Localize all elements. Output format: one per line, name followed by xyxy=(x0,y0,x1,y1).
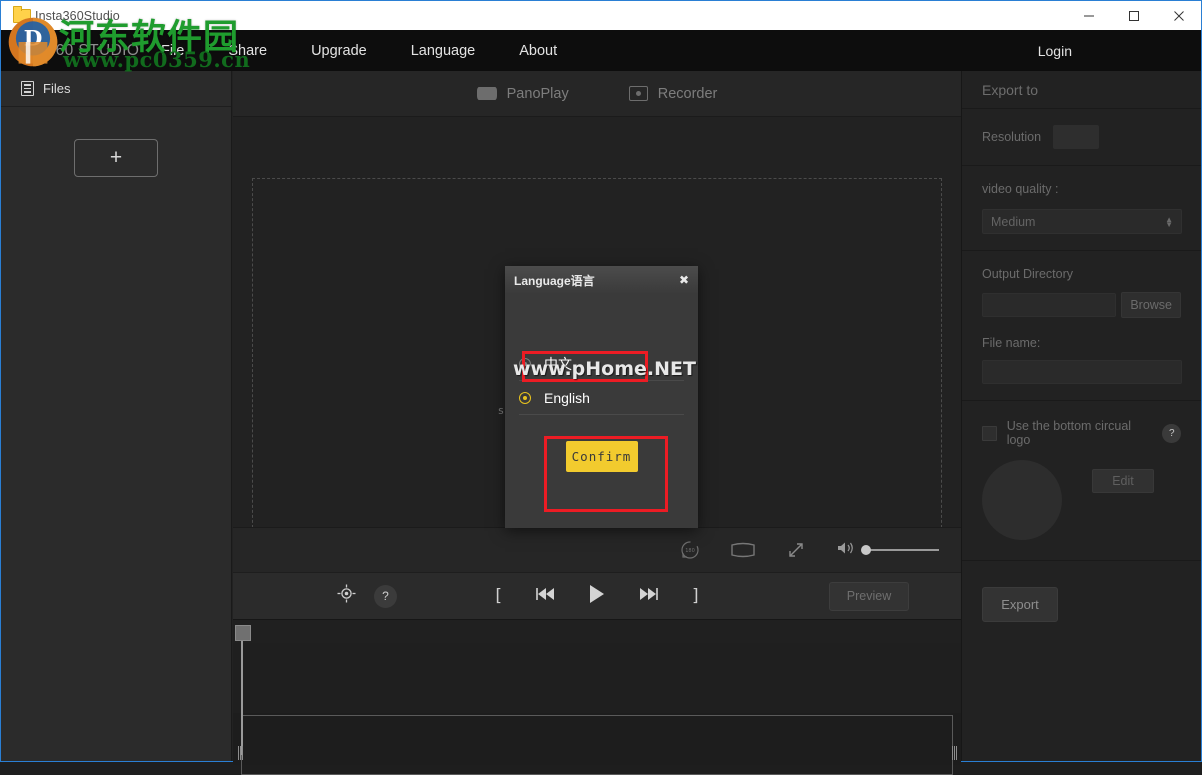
volume-slider-knob[interactable] xyxy=(861,545,871,555)
menu-item-language[interactable]: Language xyxy=(411,43,476,59)
output-directory-label: Output Directory xyxy=(982,267,1074,281)
tab-recorder[interactable]: Recorder xyxy=(628,85,718,102)
export-panel: Export to Resolution video quality : Med… xyxy=(961,71,1201,761)
output-section: Output Directory Browse File name: xyxy=(962,251,1201,401)
trim-handle-right[interactable] xyxy=(951,742,958,764)
trim-handle-left[interactable] xyxy=(237,742,244,764)
timeline-clip-region[interactable] xyxy=(241,715,953,775)
timeline-playhead[interactable] xyxy=(235,625,251,755)
dialog-title-label: Language语言 xyxy=(514,273,595,288)
file-name-label: File name: xyxy=(982,336,1041,350)
use-bottom-logo-checkbox[interactable] xyxy=(982,425,997,441)
brand-label: Insta360 STUDIO xyxy=(11,41,140,59)
login-button[interactable]: Login xyxy=(1038,43,1072,59)
menu-item-about[interactable]: About xyxy=(519,43,557,59)
browse-button[interactable]: Browse xyxy=(1121,292,1181,318)
next-button[interactable] xyxy=(638,586,660,607)
resolution-section: Resolution xyxy=(962,109,1201,166)
resolution-label: Resolution xyxy=(982,130,1042,144)
tab-panoplay[interactable]: PanoPlay xyxy=(476,85,569,102)
menu-item-share[interactable]: Share xyxy=(228,43,267,59)
mark-out-button[interactable]: ] xyxy=(692,586,699,606)
resolution-value[interactable] xyxy=(1053,125,1100,149)
logo-help-icon[interactable]: ? xyxy=(1162,423,1181,443)
use-bottom-logo-label: Use the bottom circual logo xyxy=(1006,419,1132,447)
mark-in-button[interactable]: [ xyxy=(495,586,502,606)
menu-item-file[interactable]: File xyxy=(161,43,184,59)
record-icon xyxy=(628,86,648,101)
play-button[interactable] xyxy=(588,584,606,609)
radio-chinese[interactable] xyxy=(519,357,531,370)
timeline-ruler[interactable] xyxy=(233,620,961,644)
language-option-english[interactable]: English xyxy=(519,381,684,415)
output-directory-input[interactable] xyxy=(982,293,1117,317)
timeline[interactable] xyxy=(233,619,961,775)
edit-logo-button[interactable]: Edit xyxy=(1092,469,1154,493)
app-icon xyxy=(9,5,31,25)
minimize-icon[interactable] xyxy=(1066,1,1111,30)
panorama-icon xyxy=(476,87,497,100)
files-sidebar: Files + xyxy=(1,71,232,761)
add-file-button[interactable]: + xyxy=(74,139,158,177)
export-section: Export xyxy=(962,561,1201,648)
tab-bar: PanoPlay Recorder xyxy=(233,71,961,117)
maximize-icon[interactable] xyxy=(1111,1,1156,30)
window-controls xyxy=(1066,1,1201,30)
fullscreen-icon[interactable] xyxy=(786,540,806,560)
rotate-180-icon[interactable]: 180 xyxy=(680,540,700,560)
playhead-handle[interactable] xyxy=(235,625,251,641)
radio-english[interactable] xyxy=(519,391,531,404)
logo-section: Use the bottom circual logo ? Edit xyxy=(962,401,1201,561)
file-name-input[interactable] xyxy=(982,360,1182,384)
svg-text:180: 180 xyxy=(685,548,695,554)
menu-bar: Insta360 STUDIO File Share Upgrade Langu… xyxy=(1,30,1201,71)
playback-toolbar: ? [ ] Preview xyxy=(233,572,961,619)
timeline-track[interactable] xyxy=(233,643,961,713)
application-window: Insta360Studio Insta360 STUDIO File Shar… xyxy=(0,0,1202,775)
dialog-title-bar: Language语言 ✖ xyxy=(505,266,698,294)
dialog-close-icon[interactable]: ✖ xyxy=(679,274,689,286)
language-option-chinese-label: 中文 xyxy=(544,355,572,372)
view-toolbar: 180 xyxy=(233,527,961,572)
video-quality-label: video quality : xyxy=(982,182,1059,196)
confirm-button[interactable]: Confirm xyxy=(565,441,638,472)
video-quality-select[interactable]: Medium ▲ ▼ xyxy=(982,209,1182,234)
dialog-body: 中文 English Confirm xyxy=(505,347,698,472)
files-header: Files xyxy=(1,71,231,107)
files-header-label: Files xyxy=(43,81,71,96)
export-panel-header: Export to xyxy=(962,71,1201,109)
language-dialog: Language语言 ✖ 中文 English Confirm xyxy=(505,266,698,528)
logo-preview xyxy=(982,460,1062,540)
close-icon[interactable] xyxy=(1156,1,1201,30)
chevron-updown-icon[interactable]: ▲ ▼ xyxy=(1165,215,1173,228)
tab-panoplay-label: PanoPlay xyxy=(506,85,569,102)
export-button[interactable]: Export xyxy=(982,587,1058,622)
video-quality-value: Medium xyxy=(991,214,1036,229)
volume-slider[interactable] xyxy=(861,545,939,555)
panorama-view-icon[interactable] xyxy=(730,541,756,559)
list-icon xyxy=(21,81,34,96)
language-option-english-label: English xyxy=(544,389,590,406)
menu-item-upgrade[interactable]: Upgrade xyxy=(311,43,367,59)
title-bar: Insta360Studio xyxy=(1,1,1201,30)
transport-controls: [ ] xyxy=(233,584,961,609)
video-quality-section: video quality : Medium ▲ ▼ xyxy=(962,166,1201,251)
previous-button[interactable] xyxy=(534,586,556,607)
volume-icon[interactable] xyxy=(836,540,855,561)
volume-control[interactable] xyxy=(836,540,939,561)
window-title: Insta360Studio xyxy=(35,8,120,23)
language-option-chinese[interactable]: 中文 xyxy=(519,347,684,381)
tab-recorder-label: Recorder xyxy=(657,85,718,102)
